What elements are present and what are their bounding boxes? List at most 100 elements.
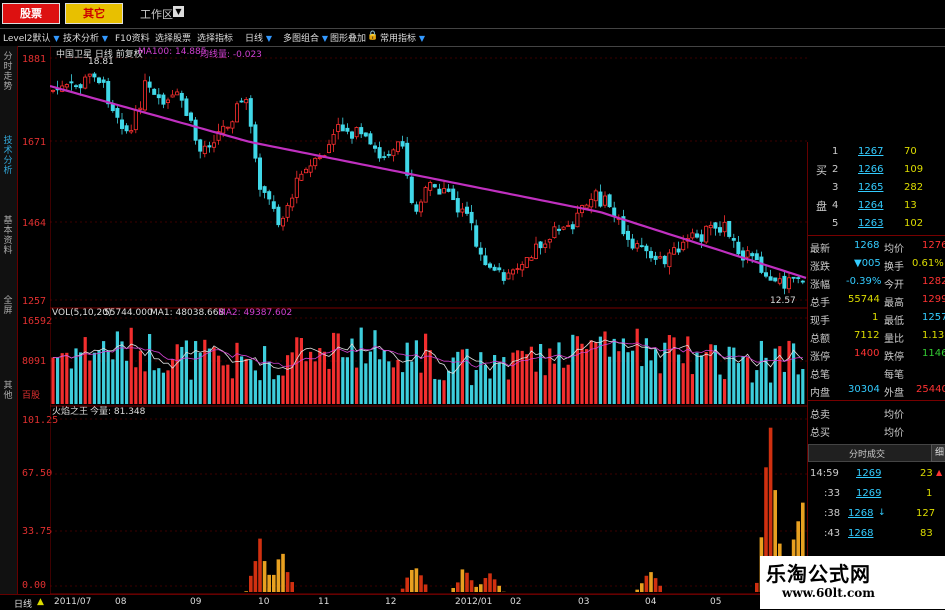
tool-overlay[interactable]: 图形叠加 xyxy=(330,31,366,44)
volume-bar xyxy=(613,339,616,404)
tab-other[interactable]: 其他 xyxy=(1,381,15,401)
candle xyxy=(327,140,330,154)
tool-select-indicator[interactable]: 选择指标 xyxy=(197,31,233,44)
volume-bar xyxy=(125,361,128,404)
tab-fullscreen[interactable]: 全屏 xyxy=(1,296,15,316)
candle xyxy=(286,203,289,222)
volume-bar xyxy=(235,343,238,404)
volume-bar xyxy=(452,358,455,404)
tool-common-indicators[interactable]: 常用指标 ▼ xyxy=(380,31,425,44)
volume-bar xyxy=(709,344,712,404)
candle xyxy=(346,123,349,134)
order-book-row: 4 1264 13 xyxy=(808,198,945,214)
period-arrow-icon[interactable]: ▲ xyxy=(37,597,44,607)
candle xyxy=(176,89,179,95)
date-tick: 05 xyxy=(710,597,721,607)
tab-fundamentals[interactable]: 基本资料 xyxy=(1,216,15,256)
other-button[interactable]: 其它 xyxy=(65,3,123,24)
volume-bar xyxy=(732,348,735,404)
indicator-bar xyxy=(401,589,405,592)
candle xyxy=(378,142,381,162)
candle xyxy=(714,222,717,236)
volume-bar xyxy=(470,385,473,404)
candle xyxy=(668,249,671,274)
candle xyxy=(51,89,54,93)
candle xyxy=(659,252,662,259)
tool-select-stock[interactable]: 选择股票 xyxy=(155,31,191,44)
tool-period[interactable]: 日线 ▼ xyxy=(245,31,272,44)
volume-bar xyxy=(530,347,533,404)
tool-level2[interactable]: Level2默认 ▼ xyxy=(3,31,60,44)
candle xyxy=(364,132,367,137)
candle xyxy=(116,106,119,123)
candle xyxy=(603,191,606,208)
quote-row-now: 现手1 最低1257 xyxy=(808,310,945,326)
volume-bar xyxy=(797,374,800,404)
quote-row-count: 总笔 每笔 xyxy=(808,364,945,380)
candle xyxy=(383,152,386,161)
candle xyxy=(516,263,519,273)
workspace-dropdown-icon[interactable]: ▼ xyxy=(173,6,184,17)
stock-button[interactable]: 股票 xyxy=(2,3,60,24)
volume-bar xyxy=(157,368,160,404)
candle xyxy=(521,261,524,277)
candle xyxy=(695,230,698,239)
tool-technical[interactable]: 技术分析 ▼ xyxy=(63,31,108,44)
workspace-label[interactable]: 工作区 xyxy=(140,6,173,22)
volume-bar xyxy=(268,362,271,404)
period-label[interactable]: 日线 xyxy=(14,597,32,610)
volume-bar xyxy=(355,368,358,404)
price-axis-label: 1671 xyxy=(22,137,46,148)
kline-chart[interactable] xyxy=(50,46,807,594)
candle xyxy=(226,127,229,131)
volume-bar xyxy=(383,350,386,404)
volume-bar xyxy=(682,363,685,404)
volume-bar xyxy=(346,357,349,404)
volume-bar xyxy=(438,380,441,404)
volume-bar xyxy=(700,355,703,404)
date-tick: 08 xyxy=(115,597,126,607)
price-axis-label: 1464 xyxy=(22,218,46,229)
volume-bar xyxy=(153,370,156,404)
high-price-marker: 18.81 xyxy=(88,57,114,67)
divider xyxy=(808,235,945,236)
lock-icon[interactable]: 🔒 xyxy=(367,31,378,44)
candle xyxy=(268,190,271,205)
candle xyxy=(617,214,620,224)
volume-bar xyxy=(102,341,105,404)
candle xyxy=(153,88,156,95)
volume-bar xyxy=(134,367,137,404)
divider xyxy=(808,400,945,401)
tool-f10[interactable]: F10资料 xyxy=(115,31,150,44)
candle xyxy=(258,153,261,196)
indicator-bar xyxy=(410,570,414,592)
volume-bar xyxy=(751,382,754,404)
candle xyxy=(580,205,583,218)
candle xyxy=(272,195,275,212)
tab-intraday[interactable]: 分时走势 xyxy=(1,52,15,92)
indicator-bar xyxy=(290,582,294,592)
candle xyxy=(295,171,298,204)
volume-bar xyxy=(419,373,422,404)
volume-bar xyxy=(130,328,133,404)
volume-bar xyxy=(654,349,657,404)
candle xyxy=(534,237,537,260)
indicator-bar xyxy=(249,576,253,592)
volume-bar xyxy=(245,359,248,404)
volume-bar xyxy=(226,365,229,404)
tab-technical[interactable]: 技术分析 xyxy=(1,136,15,176)
volume-bar xyxy=(364,363,367,404)
tool-multi-chart[interactable]: 多图组合 ▼ xyxy=(283,31,328,44)
candle xyxy=(608,194,611,208)
candle xyxy=(493,265,496,272)
volume-bar xyxy=(718,375,721,404)
candle xyxy=(544,240,547,253)
candle xyxy=(755,250,758,260)
volume-bar xyxy=(691,374,694,404)
tick-detail-button[interactable]: 细 xyxy=(931,444,945,462)
volume-bar xyxy=(649,360,652,404)
volume-bar xyxy=(203,340,206,404)
indicator-bar xyxy=(635,590,639,592)
volume-bar xyxy=(263,346,266,404)
ticks-header[interactable]: 分时成交 xyxy=(808,444,932,462)
